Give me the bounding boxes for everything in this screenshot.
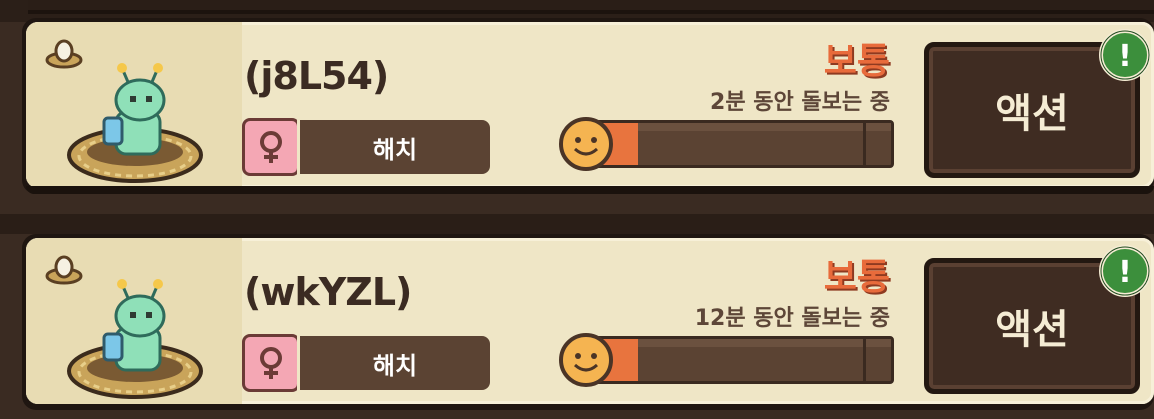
- pet-name: (j8L54): [244, 54, 389, 98]
- smiley-face-icon: [559, 333, 613, 387]
- female-gender-icon: [242, 118, 300, 176]
- mood-label: 보통: [823, 257, 890, 298]
- alert-icon-glyph: !: [1118, 255, 1132, 290]
- pet-in-nest-icon: [67, 279, 203, 399]
- alert-icon[interactable]: !: [1098, 244, 1152, 298]
- pet-card-panel: (j8L54) 해치 보통 2분 동안 돌보는 중 액션 !: [26, 22, 1154, 188]
- pet-card: (wkYZL) 해치 보통 12분 동안 돌보는 중 액션 !: [22, 234, 1154, 410]
- mood-label: 보통: [823, 41, 890, 82]
- card-separator: [0, 214, 1154, 234]
- action-button-label: 액션: [995, 91, 1069, 137]
- care-status-text: 12분 동안 돌보는 중: [694, 306, 890, 331]
- pet-stage-label: 해치: [300, 336, 490, 390]
- care-progress-bar: [580, 120, 894, 168]
- pet-name: (wkYZL): [244, 270, 412, 314]
- pet-card-panel: (wkYZL) 해치 보통 12분 동안 돌보는 중 액션 !: [26, 238, 1154, 404]
- care-progress-bar: [580, 336, 894, 384]
- care-status-text: 2분 동안 돌보는 중: [710, 90, 890, 115]
- pet-stage-label: 해치: [300, 120, 490, 174]
- pet-in-nest-icon: [67, 63, 203, 183]
- action-button-label: 액션: [995, 307, 1069, 353]
- pet-portrait-slot[interactable]: [26, 238, 242, 404]
- alert-icon[interactable]: !: [1098, 28, 1152, 82]
- smiley-face-icon: [559, 117, 613, 171]
- alert-icon-glyph: !: [1118, 39, 1132, 74]
- pet-card: (j8L54) 해치 보통 2분 동안 돌보는 중 액션 !: [22, 18, 1154, 194]
- female-gender-icon: [242, 334, 300, 392]
- pet-portrait-slot[interactable]: [26, 22, 242, 188]
